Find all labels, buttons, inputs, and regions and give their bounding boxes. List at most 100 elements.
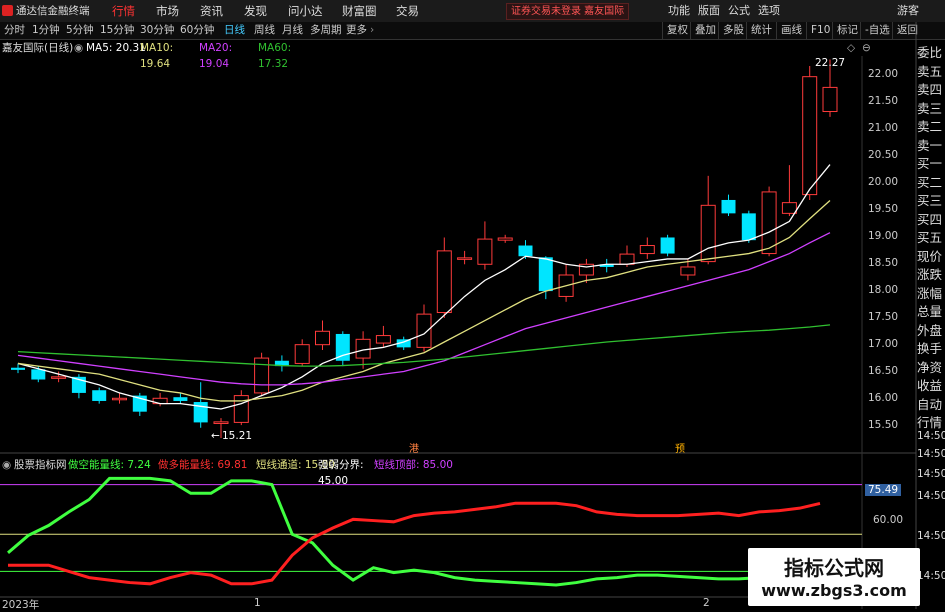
period-more[interactable]: 更多 <box>346 22 367 39</box>
sidebar-item[interactable]: 买四 <box>917 211 945 230</box>
tool-overlay[interactable]: 叠加 <box>690 22 716 39</box>
menu-guest[interactable]: 游客 <box>897 0 919 22</box>
tool-stats[interactable]: 统计 <box>746 22 772 39</box>
candle-body[interactable] <box>619 253 635 265</box>
candle-body[interactable] <box>761 191 777 255</box>
period-15min[interactable]: 15分钟 <box>100 22 134 39</box>
tool-multistock[interactable]: 多股 <box>718 22 744 39</box>
candle-body[interactable] <box>294 344 310 364</box>
sidebar-item[interactable]: 卖三 <box>917 100 945 119</box>
tool-adjust[interactable]: 复权 <box>662 22 688 39</box>
candle-body[interactable] <box>51 376 67 379</box>
candle-body[interactable] <box>538 257 553 292</box>
sidebar-item[interactable]: 买三 <box>917 192 945 211</box>
sidebar-item[interactable]: 外盘 <box>917 322 945 341</box>
candle-body[interactable] <box>274 360 289 367</box>
settings-icon[interactable]: ◉ <box>74 40 83 56</box>
candle-body[interactable] <box>254 357 270 394</box>
price-chart[interactable] <box>0 0 945 609</box>
sidebar-item[interactable]: 涨幅 <box>917 285 945 304</box>
candle-body[interactable] <box>680 266 696 276</box>
sidebar-item[interactable]: 行情 <box>917 414 945 433</box>
period-30min[interactable]: 30分钟 <box>140 22 174 39</box>
event-marker[interactable]: 预 <box>675 440 685 455</box>
sidebar-item[interactable]: 净资 <box>917 359 945 378</box>
collapse-icon[interactable]: ⊖ <box>862 40 871 56</box>
menu-quotes[interactable]: 行情 <box>112 0 135 22</box>
sidebar-item[interactable]: 卖二 <box>917 118 945 137</box>
menu-discover[interactable]: 发现 <box>244 0 267 22</box>
menu-trade[interactable]: 交易 <box>396 0 419 22</box>
candle-body[interactable] <box>71 376 86 393</box>
menu-wealth[interactable]: 财富圈 <box>342 0 377 22</box>
candle-body[interactable] <box>92 390 107 401</box>
tool-remove-favorite[interactable]: -自选 <box>860 22 890 39</box>
event-marker[interactable]: 港 <box>409 440 419 455</box>
sidebar-item[interactable]: 买五 <box>917 229 945 248</box>
candle-body[interactable] <box>802 76 818 196</box>
tool-f10[interactable]: F10 <box>806 22 830 39</box>
sidebar-item[interactable]: 卖五 <box>917 63 945 82</box>
sidebar-item[interactable]: 买二 <box>917 174 945 193</box>
menu-ask[interactable]: 问小达 <box>288 0 323 22</box>
tool-draw[interactable]: 画线 <box>776 22 802 39</box>
menu-formula[interactable]: 公式 <box>728 0 750 22</box>
candle-body[interactable] <box>639 245 655 255</box>
candle-body[interactable] <box>822 86 838 113</box>
indicator-settings-icon[interactable]: ◉ <box>2 457 11 473</box>
candle-body[interactable] <box>416 313 432 348</box>
sidebar-item[interactable]: 卖四 <box>917 81 945 100</box>
candle-body[interactable] <box>700 204 716 263</box>
sidebar-item[interactable]: 换手 <box>917 340 945 359</box>
candle-body[interactable] <box>477 238 493 265</box>
sidebar-item[interactable]: 收益 <box>917 377 945 396</box>
candle-body[interactable] <box>173 397 188 401</box>
period-timeshare[interactable]: 分时 <box>4 22 25 39</box>
menu-news[interactable]: 资讯 <box>200 0 223 22</box>
candle-body[interactable] <box>375 335 391 344</box>
candle-body[interactable] <box>11 367 25 370</box>
sidebar-item[interactable]: 现价 <box>917 248 945 267</box>
period-5min[interactable]: 5分钟 <box>66 22 94 39</box>
candle-body[interactable] <box>355 338 371 359</box>
menu-layout[interactable]: 版面 <box>698 0 720 22</box>
candle-body[interactable] <box>112 397 127 401</box>
sidebar-item[interactable]: 委比 <box>917 44 945 63</box>
candle-body[interactable] <box>660 237 675 254</box>
candle-body[interactable] <box>436 250 452 314</box>
candle-body[interactable] <box>31 369 46 380</box>
candle-body[interactable] <box>315 330 330 346</box>
period-monthly[interactable]: 月线 <box>282 22 303 39</box>
menu-function[interactable]: 功能 <box>668 0 690 22</box>
candle-body[interactable] <box>132 395 147 412</box>
tool-back[interactable]: 返回 <box>892 22 918 39</box>
trade-notice[interactable]: 证券交易未登录 嘉友国际 <box>506 3 630 20</box>
sidebar-item[interactable]: 自动 <box>917 396 945 415</box>
period-60min[interactable]: 60分钟 <box>180 22 214 39</box>
period-1min[interactable]: 1分钟 <box>32 22 60 39</box>
period-weekly[interactable]: 周线 <box>254 22 275 39</box>
sidebar-item[interactable]: 涨跌 <box>917 266 945 285</box>
period-daily[interactable]: 日线 <box>224 22 245 39</box>
candle-body[interactable] <box>518 245 533 257</box>
sidebar-item[interactable]: 卖一 <box>917 137 945 156</box>
candle-body[interactable] <box>152 397 168 405</box>
menu-market[interactable]: 市场 <box>156 0 179 22</box>
candle-body[interactable] <box>781 202 797 214</box>
candle-body[interactable] <box>213 421 229 424</box>
period-multi[interactable]: 多周期 <box>310 22 342 39</box>
menu-options[interactable]: 选项 <box>758 0 780 22</box>
candle-body[interactable] <box>578 263 594 276</box>
candle-body[interactable] <box>193 402 208 423</box>
chevron-right-icon[interactable]: › <box>370 22 374 39</box>
candle-body[interactable] <box>335 333 350 361</box>
candle-body[interactable] <box>721 199 736 214</box>
sidebar-item[interactable]: 买一 <box>917 155 945 174</box>
candle-body[interactable] <box>741 213 756 241</box>
candle-body[interactable] <box>233 395 249 423</box>
candle-body[interactable] <box>558 274 574 297</box>
tool-mark[interactable]: 标记 <box>832 22 858 39</box>
candle-body[interactable] <box>457 257 473 260</box>
sidebar-item[interactable]: 总量 <box>917 303 945 322</box>
candle-body[interactable] <box>396 339 411 348</box>
